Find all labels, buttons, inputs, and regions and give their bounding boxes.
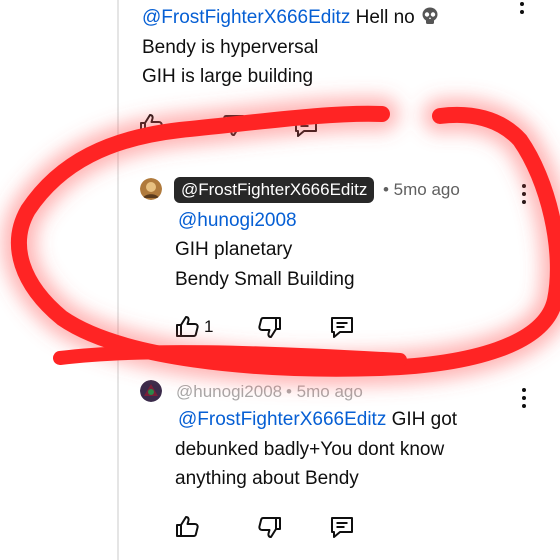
thumbs-up-icon[interactable] — [173, 312, 201, 340]
comment-3-line: anything about Bendy — [175, 468, 359, 489]
thumbs-down-icon[interactable] — [256, 314, 284, 342]
comment-2-more-icon[interactable] — [521, 184, 527, 206]
comment-3-mention[interactable]: @FrostFighterX666Editz — [178, 409, 386, 430]
comment-3-timestamp: • 5mo ago — [286, 382, 363, 401]
reply-icon[interactable] — [328, 513, 356, 541]
comment-1-mention[interactable]: @FrostFighterX666Editz — [142, 7, 350, 28]
avatar[interactable] — [140, 178, 162, 200]
comment-3-author[interactable]: @hunogi2008 — [176, 382, 282, 402]
comment-2-timestamp: • 5mo ago — [383, 180, 460, 199]
reply-icon[interactable] — [292, 112, 320, 140]
comment-3-line: debunked badly+You dont know — [175, 439, 445, 460]
comment-1-line: Bendy is hyperversal — [142, 37, 319, 58]
like-count: 1 — [204, 317, 214, 336]
comment-2-author[interactable]: @FrostFighterX666Editz — [174, 177, 375, 203]
avatar[interactable] — [140, 380, 162, 402]
thumbs-down-icon[interactable] — [256, 514, 284, 542]
comment-3-text: GIH got — [391, 409, 458, 430]
comment-2-mention[interactable]: @hunogi2008 — [178, 206, 297, 235]
comment-1-text: Hell no — [355, 7, 415, 28]
comment-2-line: Bendy Small Building — [175, 269, 355, 290]
thumbs-up-icon[interactable] — [173, 512, 201, 540]
reply-icon[interactable] — [328, 313, 356, 341]
comment-1-more-icon[interactable] — [519, 0, 525, 16]
thumbs-down-icon[interactable] — [219, 112, 247, 140]
skull-emoji-icon — [420, 6, 440, 26]
comment-3-first-line: @FrostFighterX666Editz GIH got — [178, 405, 457, 434]
comment-1-line: GIH is large building — [142, 66, 314, 87]
comment-1-first-line: @FrostFighterX666Editz Hell no — [142, 3, 440, 32]
comment-2-line: GIH planetary — [175, 239, 293, 260]
thumbs-up-icon[interactable] — [137, 110, 165, 138]
comment-3-more-icon[interactable] — [521, 388, 527, 410]
thread-line — [117, 0, 119, 560]
